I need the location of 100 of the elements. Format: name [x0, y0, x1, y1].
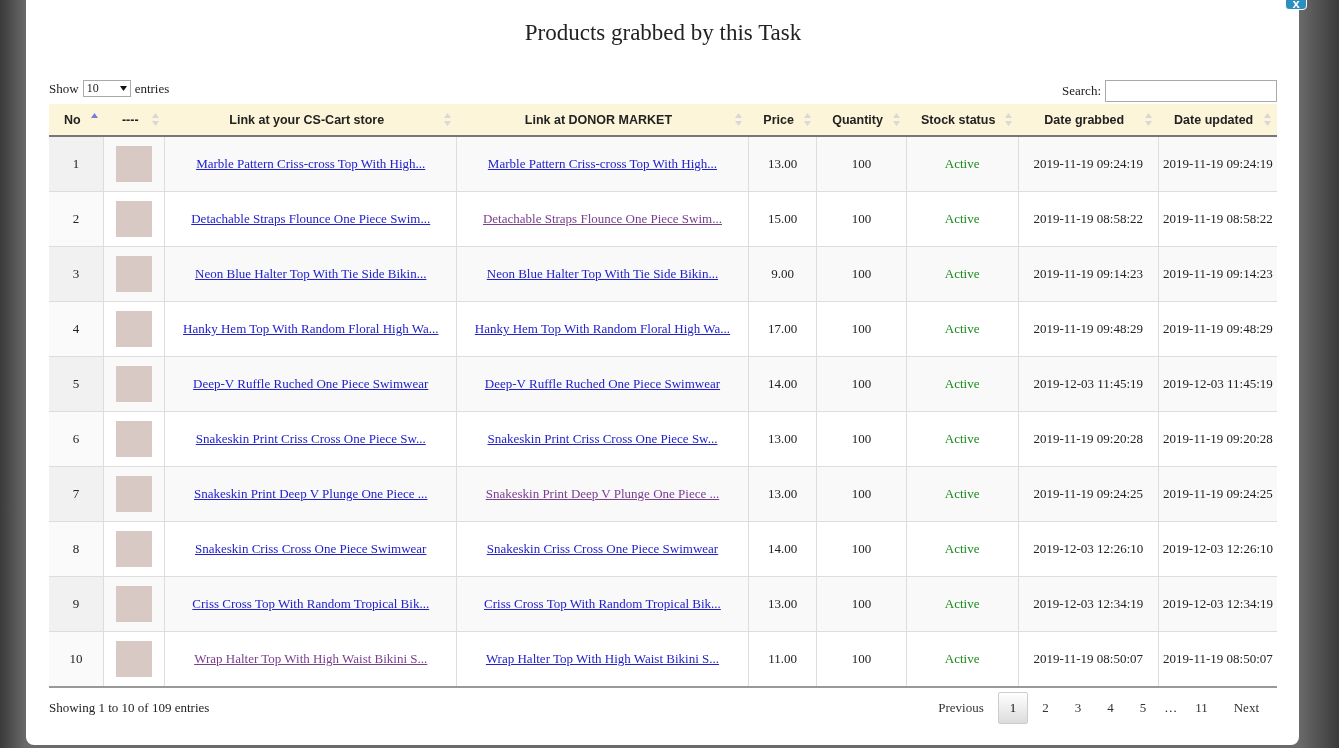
price-cell: 17.00 — [748, 301, 817, 357]
row-number-cell: 8 — [49, 521, 104, 577]
stock-status-cell: Active — [906, 411, 1019, 467]
donor-product-link[interactable]: Detachable Straps Flounce One Piece Swim... — [482, 211, 722, 226]
column-header[interactable]: No — [49, 104, 104, 136]
entries-dropdown[interactable]: 10 — [82, 80, 131, 97]
date-cell: 2019-11-19 09:14:23 — [1018, 246, 1159, 302]
date-cell: 2019-11-19 09:48:29 — [1158, 301, 1277, 357]
table-info: Showing 1 to 10 of 109 entries — [49, 700, 210, 716]
store-product-link[interactable]: Hanky Hem Top With Random Floral High Wa... — [183, 321, 439, 336]
date-cell: 2019-12-03 12:26:10 — [1018, 521, 1159, 577]
date-cell: 2019-11-19 09:14:23 — [1158, 246, 1277, 302]
store-product-link[interactable]: Detachable Straps Flounce One Piece Swim... — [191, 211, 431, 226]
donor-product-link[interactable]: Snakeskin Criss Cross One Piece Swimwear — [486, 541, 719, 556]
column-header[interactable]: Quantity — [816, 104, 907, 136]
stock-status-cell: Active — [906, 466, 1019, 522]
price-cell: 13.00 — [748, 466, 817, 522]
product-thumbnail — [116, 311, 153, 347]
stock-status-cell: Active — [906, 576, 1019, 632]
stock-status-cell: Active — [906, 521, 1019, 577]
product-thumbnail — [116, 476, 153, 512]
date-cell: 2019-12-03 11:45:19 — [1018, 356, 1159, 412]
price-cell: 14.00 — [748, 521, 817, 577]
row-number-cell: 9 — [49, 576, 104, 632]
date-cell: 2019-11-19 08:50:07 — [1158, 631, 1277, 687]
stock-status-cell: Active — [906, 136, 1019, 192]
page-button[interactable]: 5 — [1127, 692, 1159, 724]
date-cell: 2019-11-19 09:24:19 — [1158, 136, 1277, 192]
product-thumbnail — [116, 421, 153, 457]
quantity-cell: 100 — [816, 411, 907, 467]
row-number-cell: 10 — [49, 631, 104, 687]
product-thumbnail — [116, 201, 153, 237]
search-label: Search: — [1062, 83, 1101, 99]
quantity-cell: 100 — [816, 301, 907, 357]
date-cell: 2019-11-19 09:48:29 — [1018, 301, 1159, 357]
column-header[interactable]: Link at DONOR MARKET — [456, 104, 749, 136]
quantity-cell: 100 — [816, 466, 907, 522]
date-cell: 2019-12-03 11:45:19 — [1158, 356, 1277, 412]
price-cell: 13.00 — [748, 136, 817, 192]
stock-status-cell: Active — [906, 356, 1019, 412]
page-button[interactable]: 11 — [1183, 692, 1220, 724]
product-thumbnail — [116, 366, 153, 402]
search-field[interactable] — [1105, 80, 1277, 102]
row-number-cell: 7 — [49, 466, 104, 522]
quantity-cell: 100 — [816, 521, 907, 577]
date-cell: 2019-11-19 08:58:22 — [1158, 191, 1277, 247]
row-number-cell: 2 — [49, 191, 104, 247]
date-cell: 2019-11-19 08:58:22 — [1018, 191, 1159, 247]
donor-product-link[interactable]: Snakeskin Print Criss Cross One Piece Sw... — [487, 431, 718, 446]
date-cell: 2019-11-19 09:24:25 — [1158, 466, 1277, 522]
row-number-cell: 3 — [49, 246, 104, 302]
dialog-title: Products grabbed by this Task — [523, 19, 803, 47]
quantity-cell: 100 — [816, 191, 907, 247]
price-cell: 11.00 — [748, 631, 817, 687]
donor-product-link[interactable]: Hanky Hem Top With Random Floral High Wa... — [474, 321, 731, 336]
row-number-cell: 1 — [49, 136, 104, 192]
column-header[interactable]: ---- — [103, 104, 165, 136]
date-cell: 2019-12-03 12:26:10 — [1158, 521, 1277, 577]
stock-status-cell: Active — [906, 191, 1019, 247]
stock-status-cell: Active — [906, 301, 1019, 357]
page-button[interactable]: 1 — [997, 692, 1029, 724]
date-cell: 2019-12-03 12:34:19 — [1158, 576, 1277, 632]
pagination-ellipsis: … — [1163, 700, 1179, 716]
quantity-cell: 100 — [816, 246, 907, 302]
quantity-cell: 100 — [816, 631, 907, 687]
stock-status-cell: Active — [906, 631, 1019, 687]
date-cell: 2019-11-19 09:24:19 — [1018, 136, 1159, 192]
stock-status-cell: Active — [906, 246, 1019, 302]
row-number-cell: 6 — [49, 411, 104, 467]
column-header[interactable]: Price — [748, 104, 817, 136]
price-cell: 13.00 — [748, 411, 817, 467]
quantity-cell: 100 — [816, 576, 907, 632]
close-button[interactable]: x — [1285, 0, 1307, 10]
price-cell: 15.00 — [748, 191, 817, 247]
column-header[interactable]: Link at your CS-Cart store — [164, 104, 457, 136]
price-cell: 9.00 — [748, 246, 817, 302]
page-button[interactable]: 3 — [1062, 692, 1094, 724]
product-thumbnail — [116, 641, 153, 677]
quantity-cell: 100 — [816, 356, 907, 412]
column-header[interactable]: Date grabbed — [1018, 104, 1159, 136]
date-cell: 2019-11-19 08:50:07 — [1018, 631, 1159, 687]
product-thumbnail — [116, 146, 153, 182]
product-thumbnail — [116, 256, 153, 292]
previous-link[interactable]: Previous — [926, 692, 996, 724]
entries-label: entries — [134, 80, 170, 97]
product-thumbnail — [116, 586, 153, 622]
column-header[interactable]: Date updated — [1158, 104, 1277, 136]
next-link[interactable]: Next — [1221, 692, 1271, 724]
store-product-link[interactable]: Snakeskin Print Criss Cross One Piece Sw... — [195, 431, 426, 446]
date-cell: 2019-11-19 09:20:28 — [1158, 411, 1277, 467]
row-number-cell: 5 — [49, 356, 104, 412]
page-button[interactable]: 4 — [1095, 692, 1126, 724]
page-button[interactable]: 2 — [1030, 692, 1061, 724]
column-header[interactable]: Stock status — [906, 104, 1019, 136]
store-product-link[interactable]: Snakeskin Criss Cross One Piece Swimwear — [195, 541, 427, 556]
quantity-cell: 100 — [816, 136, 907, 192]
price-cell: 13.00 — [748, 576, 817, 632]
price-cell: 14.00 — [748, 356, 817, 412]
date-cell: 2019-11-19 09:24:25 — [1018, 466, 1159, 522]
caret-icon — [119, 86, 127, 91]
